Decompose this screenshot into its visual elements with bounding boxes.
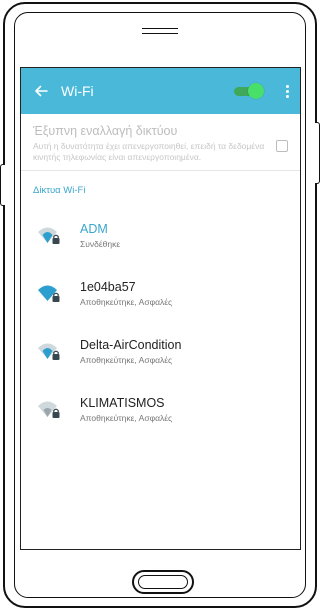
network-item-adm[interactable]: ADM Συνδέθηκε <box>21 206 300 264</box>
speaker-grille <box>142 28 178 34</box>
network-name: 1e04ba57 <box>80 279 136 294</box>
networks-section-header: Δίκτυα Wi-Fi <box>33 185 86 197</box>
network-name: KLIMATISMOS <box>80 395 165 410</box>
network-item-delta-aircondition[interactable]: Delta-AirCondition Αποθηκεύτηκε, Ασφαλές <box>21 322 300 380</box>
toggle-thumb <box>248 83 264 99</box>
network-status: Αποθηκεύτηκε, Ασφαλές <box>80 354 173 365</box>
app-bar: Wi-Fi <box>21 68 300 114</box>
arrow-left-icon[interactable] <box>27 77 55 105</box>
wifi-lock-icon <box>38 401 60 419</box>
wifi-lock-icon <box>38 343 60 361</box>
smart-switch-checkbox[interactable] <box>276 140 288 152</box>
network-item-klimatismos[interactable]: KLIMATISMOS Αποθηκεύτηκε, Ασφαλές <box>21 380 300 438</box>
home-button[interactable] <box>132 570 194 594</box>
network-item-1e04ba57[interactable]: 1e04ba57 Αποθηκεύτηκε, Ασφαλές <box>21 264 300 322</box>
power-button <box>0 164 5 206</box>
network-list: ADM Συνδέθηκε 1e04ba57 Αποθηκεύτηκε, Ασφ… <box>21 206 300 438</box>
more-vert-icon[interactable] <box>282 84 292 98</box>
smart-switch-description: Αυτή η δυνατότητα έχει απενεργοποιηθεί, … <box>33 141 265 162</box>
network-name: ADM <box>80 221 108 236</box>
volume-button <box>315 122 320 184</box>
network-status: Συνδέθηκε <box>80 238 121 249</box>
network-name: Delta-AirCondition <box>80 337 182 352</box>
wifi-lock-icon <box>38 285 60 303</box>
screen: Wi-Fi Έξυπνη εναλλαγή δικτύου Αυτή η δυν… <box>20 67 301 550</box>
page-title: Wi-Fi <box>61 83 94 99</box>
network-status: Αποθηκεύτηκε, Ασφαλές <box>80 296 173 307</box>
smart-network-switch-row[interactable]: Έξυπνη εναλλαγή δικτύου Αυτή η δυνατότητ… <box>21 114 300 172</box>
wifi-toggle[interactable] <box>232 83 266 99</box>
wifi-lock-icon <box>38 227 60 245</box>
network-status: Αποθηκεύτηκε, Ασφαλές <box>80 412 173 423</box>
smart-switch-title: Έξυπνη εναλλαγή δικτύου <box>33 124 178 138</box>
